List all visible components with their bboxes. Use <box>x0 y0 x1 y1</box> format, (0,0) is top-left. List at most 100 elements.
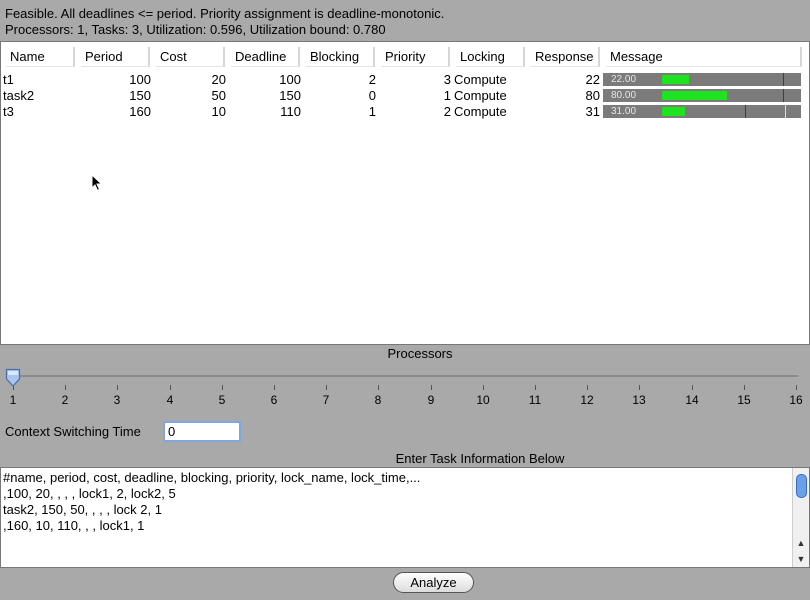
slider-tick <box>170 385 171 390</box>
col-header-cost[interactable]: Cost <box>156 47 225 67</box>
slider-tick-label: 15 <box>737 393 751 407</box>
slider-tick-label: 9 <box>427 393 435 407</box>
cell-period: 160 <box>129 104 151 119</box>
task-info-textarea[interactable]: #name, period, cost, deadline, blocking,… <box>0 467 810 568</box>
cell-cost: 50 <box>211 88 226 103</box>
task-info-label: Enter Task Information Below <box>395 451 565 466</box>
slider-tick <box>378 385 379 390</box>
cell-locking: Compute <box>454 88 507 103</box>
slider-tick <box>692 385 693 390</box>
status-summary: Processors: 1, Tasks: 3, Utilization: 0.… <box>5 22 386 37</box>
cell-response: 31 <box>585 104 600 119</box>
table-header: Name Period Cost Deadline Blocking Prior… <box>1 47 809 68</box>
slider-tick-label: 14 <box>685 393 699 407</box>
slider-tick-label: 5 <box>218 393 226 407</box>
slider-tick <box>431 385 432 390</box>
cell-blocking: 1 <box>368 104 376 119</box>
slider-tick <box>117 385 118 390</box>
slider-tick <box>326 385 327 390</box>
slider-tick <box>587 385 588 390</box>
task-line: #name, period, cost, deadline, blocking,… <box>3 470 421 485</box>
response-bar-fill <box>662 91 727 100</box>
table-row[interactable]: t1 100 20 100 2 3 Compute 22 22.00 <box>1 72 809 88</box>
slider-tick <box>744 385 745 390</box>
cell-deadline: 150 <box>279 88 301 103</box>
col-header-priority[interactable]: Priority <box>381 47 450 67</box>
response-bar: 22.00 <box>603 73 801 86</box>
slider-tick-label: 13 <box>632 393 646 407</box>
task-line: task2, 150, 50, , , , lock 2, 1 <box>3 502 162 517</box>
slider-tick-label: 11 <box>528 393 542 407</box>
response-bar-fill <box>662 107 685 116</box>
cell-name: t3 <box>3 104 14 119</box>
context-switch-input[interactable] <box>163 421 241 442</box>
cell-blocking: 0 <box>368 88 376 103</box>
scroll-down-icon[interactable]: ▼ <box>793 552 809 566</box>
slider-tick-label: 16 <box>789 393 803 407</box>
slider-tick <box>535 385 536 390</box>
col-header-blocking[interactable]: Blocking <box>306 47 375 67</box>
response-bar-label: 31.00 <box>611 106 637 117</box>
scrollbar-thumb[interactable] <box>796 474 807 498</box>
slider-tick <box>639 385 640 390</box>
scroll-up-icon[interactable]: ▲ <box>793 536 809 550</box>
slider-tick-label: 1 <box>9 393 17 407</box>
context-switch-label: Context Switching Time <box>5 424 141 439</box>
slider-tick-label: 4 <box>166 393 174 407</box>
col-header-locking[interactable]: Locking <box>456 47 525 67</box>
slider-tick-label: 8 <box>374 393 382 407</box>
slider-tick <box>274 385 275 390</box>
slider-tick-label: 12 <box>580 393 594 407</box>
analyze-button[interactable]: Analyze <box>393 572 474 593</box>
cell-name: task2 <box>3 88 35 103</box>
cell-period: 150 <box>129 88 151 103</box>
col-header-message[interactable]: Message <box>606 47 802 67</box>
cell-cost: 20 <box>211 72 226 87</box>
slider-tick-label: 7 <box>322 393 330 407</box>
deadline-marker <box>783 89 784 102</box>
deadline-marker <box>783 73 784 86</box>
cell-period: 100 <box>129 72 151 87</box>
slider-thumb-icon[interactable] <box>5 368 21 388</box>
arrow-cursor-icon <box>91 174 103 192</box>
slider-tick-label: 10 <box>476 393 490 407</box>
cell-response: 22 <box>585 72 600 87</box>
deadline-marker <box>745 105 746 118</box>
response-bar: 80.00 <box>603 89 801 102</box>
task-table: Name Period Cost Deadline Blocking Prior… <box>0 41 810 345</box>
slider-tick <box>483 385 484 390</box>
cell-blocking: 2 <box>368 72 376 87</box>
cell-locking: Compute <box>454 104 507 119</box>
processors-label: Processors <box>387 346 453 361</box>
slider-track[interactable] <box>12 375 798 377</box>
slider-tick-label: 2 <box>61 393 69 407</box>
cell-priority: 1 <box>443 88 451 103</box>
task-line: ,160, 10, 110, , , lock1, 1 <box>3 518 145 533</box>
cell-cost: 10 <box>211 104 226 119</box>
col-header-name[interactable]: Name <box>6 47 75 67</box>
table-row[interactable]: t3 160 10 110 1 2 Compute 31 31.00 <box>1 104 809 120</box>
cell-response: 80 <box>585 88 600 103</box>
response-bar-label: 80.00 <box>611 90 637 101</box>
cell-priority: 2 <box>443 104 451 119</box>
col-header-response[interactable]: Response <box>531 47 600 67</box>
col-header-deadline[interactable]: Deadline <box>231 47 300 67</box>
cell-priority: 3 <box>443 72 451 87</box>
cell-deadline: 100 <box>279 72 301 87</box>
cell-deadline: 110 <box>280 104 301 119</box>
task-line: ,100, 20, , , , lock1, 2, lock2, 5 <box>3 486 176 501</box>
response-bar-label: 22.00 <box>611 74 637 85</box>
response-bar-fill <box>662 75 689 84</box>
period-marker <box>785 105 786 118</box>
vertical-scrollbar[interactable]: ▲ ▼ <box>792 468 809 567</box>
status-feasibility: Feasible. All deadlines <= period. Prior… <box>5 6 445 21</box>
cell-locking: Compute <box>454 72 507 87</box>
slider-tick <box>222 385 223 390</box>
processors-slider[interactable]: 1 2 3 4 5 6 7 8 9 10 11 12 13 14 15 16 <box>0 365 810 410</box>
col-header-period[interactable]: Period <box>81 47 150 67</box>
slider-tick <box>65 385 66 390</box>
slider-tick <box>796 385 797 390</box>
slider-tick-label: 6 <box>270 393 278 407</box>
cell-name: t1 <box>3 72 14 87</box>
table-row[interactable]: task2 150 50 150 0 1 Compute 80 80.00 <box>1 88 809 104</box>
